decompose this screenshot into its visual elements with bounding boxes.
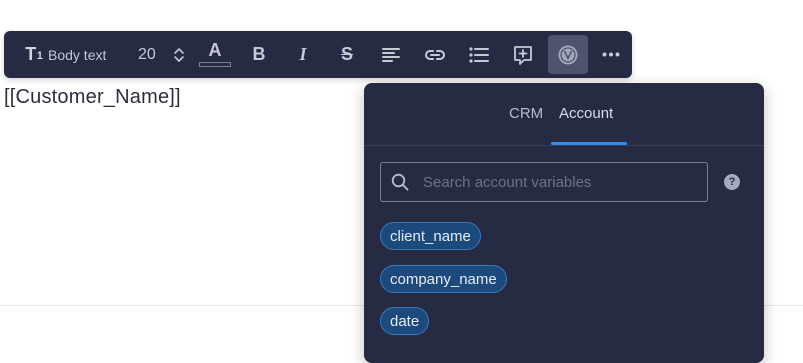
add-comment-button[interactable] <box>508 31 538 78</box>
tab-account[interactable]: Account <box>559 105 613 122</box>
font-color-icon: A <box>208 39 222 60</box>
chevron-up-icon[interactable] <box>173 46 185 55</box>
bold-icon: B <box>252 44 266 64</box>
variable-chip-client-name[interactable]: client_name <box>380 222 481 250</box>
font-color-button[interactable]: A <box>198 31 232 78</box>
align-left-icon <box>382 47 400 62</box>
tab-crm[interactable]: CRM <box>509 105 543 122</box>
text-style-glyph: T <box>25 44 37 64</box>
more-options-button[interactable] <box>596 31 626 78</box>
variable-search-box[interactable] <box>380 162 708 202</box>
italic-icon: I <box>299 44 307 64</box>
font-size-value[interactable]: 20 <box>138 31 164 78</box>
text-style-icon[interactable]: T1 <box>22 31 46 78</box>
italic-button[interactable]: I <box>288 31 318 78</box>
font-size-stepper[interactable] <box>172 31 186 78</box>
variables-popup: CRM Account ? client_name company_name d… <box>364 83 764 363</box>
link-button[interactable] <box>420 31 450 78</box>
bullet-list-icon <box>469 46 489 63</box>
formatting-toolbar: T1 Body text 20 A B I S <box>4 31 632 78</box>
help-icon[interactable]: ? <box>724 174 740 190</box>
variable-chip-date[interactable]: date <box>380 307 430 335</box>
align-button[interactable] <box>376 31 406 78</box>
strikethrough-icon: S <box>340 44 353 64</box>
strikethrough-button[interactable]: S <box>332 31 362 78</box>
font-color-swatch <box>199 61 231 67</box>
variables-tabs: CRM Account <box>364 83 764 146</box>
more-icon <box>602 52 620 57</box>
insert-variable-button[interactable] <box>548 35 588 74</box>
active-tab-indicator <box>551 142 627 145</box>
text-style-sub: 1 <box>36 49 43 62</box>
variable-chip-company-name[interactable]: company_name <box>380 265 507 293</box>
chevron-down-icon[interactable] <box>173 55 185 64</box>
link-icon <box>425 49 445 60</box>
search-input[interactable] <box>421 164 703 200</box>
text-style-dropdown[interactable]: Body text <box>48 31 114 78</box>
variable-icon <box>558 45 578 64</box>
bold-button[interactable]: B <box>244 31 274 78</box>
add-comment-icon <box>514 45 532 65</box>
search-icon <box>391 173 409 191</box>
bullet-list-button[interactable] <box>464 31 494 78</box>
editor-content[interactable]: [[Customer_Name]] <box>4 86 181 109</box>
